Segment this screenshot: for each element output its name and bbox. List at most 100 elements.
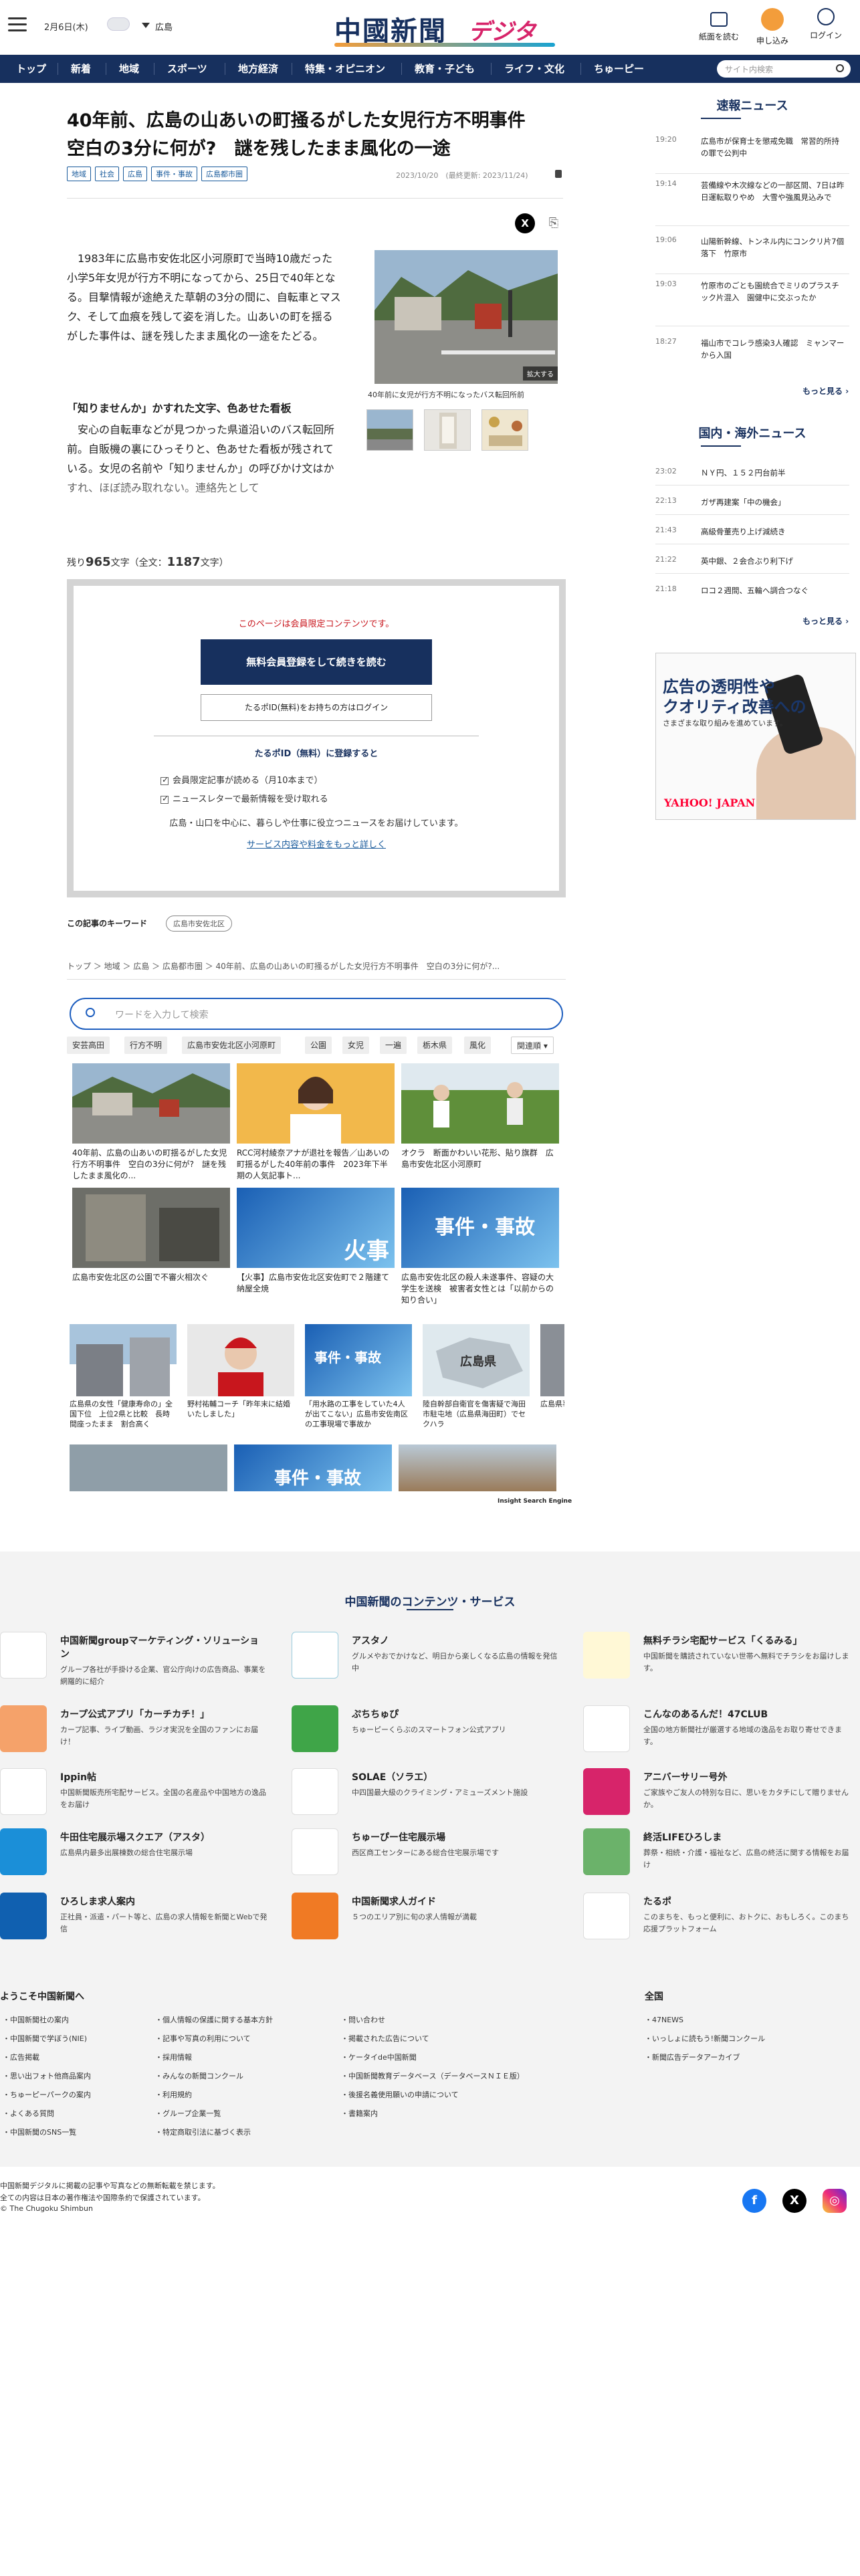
related-card[interactable]: 火事 【火事】広島市安佐北区安佐町で２階建て納屋全焼 bbox=[237, 1188, 395, 1307]
instagram-icon[interactable]: ◎ bbox=[823, 2189, 847, 2213]
footer-link[interactable]: ・特定商取引法に基づく表示 bbox=[155, 2127, 251, 2137]
news-item[interactable]: 19:20 広島市が保育士を懲戒免職 常習的所持の罪で公判中 bbox=[655, 135, 849, 174]
breadcrumb[interactable]: トップ ＞ 地域 ＞ 広島 ＞ 広島都市圏 ＞ 40年前、広島の山あいの町掻るが… bbox=[67, 960, 566, 972]
footer-link[interactable]: ・いっしょに読もう!新聞コンクール bbox=[645, 2033, 765, 2044]
service-item[interactable]: ひろしま求人案内 正社員・派遣・パート等と、広島の求人情報を新聞とWebで発信 bbox=[0, 1893, 267, 1953]
footer-link[interactable]: ・利用規約 bbox=[155, 2089, 192, 2100]
keyword-tag[interactable]: 広島市安佐北区 bbox=[166, 916, 232, 932]
carousel-card[interactable]: 広島県の女性「健康寿命の」全国下位 上位2県と比較 長時間座ったまま 割合高く bbox=[70, 1324, 177, 1429]
footer-link[interactable]: ・みんなの新聞コンクール bbox=[155, 2070, 243, 2081]
service-item[interactable]: ぷちちゅぴ ちゅーピーくらぶのスマートフォン公式アプリ bbox=[292, 1705, 559, 1765]
site-search-input[interactable]: サイト内検索 bbox=[717, 60, 851, 78]
news-item[interactable]: 23:02 ＮＹ円、１５２円台前半 bbox=[655, 467, 849, 486]
related-card[interactable]: オクラ 断面かわいい花形、貼り旗群 広島市安佐北区小河原町 bbox=[401, 1063, 559, 1182]
keyword-chip[interactable]: 女児 bbox=[342, 1037, 370, 1054]
sort-select[interactable]: 関連順 ▾ bbox=[511, 1037, 554, 1054]
subscribe-button[interactable]: 申し込み bbox=[749, 8, 796, 46]
carousel-card[interactable] bbox=[399, 1444, 556, 1491]
related-card[interactable]: RCC河村綾奈アナが退社を報告／山あいの町揺るがした40年前の事件 2023年下… bbox=[237, 1063, 395, 1182]
related-card[interactable]: 広島市安佐北区の公園で不審火相次ぐ bbox=[72, 1188, 230, 1307]
service-details-link[interactable]: サービス内容や料金をもっと詳しく bbox=[74, 837, 559, 850]
news-item[interactable]: 19:03 竹原市のごとも園統合でミリのプラスチック片混入 園健中に交ぶったか bbox=[655, 280, 849, 326]
nav-new[interactable]: 新着 bbox=[71, 55, 91, 83]
service-item[interactable]: 中国新聞求人ガイド ５つのエリア別に旬の求人情報が満載 bbox=[292, 1893, 559, 1953]
footer-link[interactable]: ・ケータイde中国新聞 bbox=[341, 2052, 417, 2062]
footer-link[interactable]: ・記事や写真の利用について bbox=[155, 2033, 251, 2044]
insight-search-input[interactable]: ワードを入力して検索 bbox=[70, 998, 563, 1030]
search-icon[interactable] bbox=[836, 64, 844, 72]
footer-link[interactable]: ・新聞広告データアーカイブ bbox=[645, 2052, 740, 2062]
service-item[interactable]: Ippin帖 中国新聞販売所宅配サービス。全国の名産品や中国地方の逸品をお届け bbox=[0, 1768, 267, 1828]
news-item[interactable]: 21:18 ロコ２週間、五輪へ調合つなぐ bbox=[655, 584, 849, 603]
service-item[interactable]: 無料チラシ宅配サービス「くるみる」 中国新聞を購読されていない世帯へ無料でチラシを… bbox=[583, 1632, 851, 1692]
link-copy-icon[interactable]: ⎘ bbox=[544, 214, 563, 233]
news-item[interactable]: 18:27 福山市でコレラ感染3人確認 ミャンマーから入国 bbox=[655, 337, 849, 376]
zoom-button[interactable]: 拡大する bbox=[523, 366, 558, 381]
footer-link[interactable]: ・採用情報 bbox=[155, 2052, 192, 2062]
nav-sports[interactable]: スポーツ bbox=[167, 55, 207, 83]
news-item[interactable]: 19:06 山陽新幹線、トンネル内にコンクリ片7個落下 竹原市 bbox=[655, 235, 849, 274]
service-item[interactable]: アスタノ グルメやおでかけなど、明日から楽しくなる広島の情報を発信中 bbox=[292, 1632, 559, 1692]
news-item[interactable]: 22:13 ガザ再建案「中の機会」 bbox=[655, 496, 849, 515]
carousel-card[interactable]: 事件・事故 bbox=[234, 1444, 392, 1491]
nav-region[interactable]: 地域 bbox=[119, 55, 139, 83]
nav-top[interactable]: トップ bbox=[16, 55, 46, 83]
footer-link[interactable]: ・ちゅーピーパークの案内 bbox=[3, 2089, 91, 2100]
more-national-link[interactable]: もっと見る › bbox=[802, 615, 849, 627]
footer-link[interactable]: ・後援名義使用願いの申請について bbox=[341, 2089, 459, 2100]
x-share-icon[interactable]: X bbox=[515, 213, 535, 233]
carousel-card[interactable]: 広島県 陸自幹部自衛官を傷害疑で海田市駐屯地（広島県海田町）でセクハラ bbox=[423, 1324, 530, 1429]
footer-link[interactable]: ・中国新聞のSNS一覧 bbox=[3, 2127, 76, 2137]
keyword-chip[interactable]: 栃木県 bbox=[417, 1037, 453, 1054]
tag[interactable]: 社会 bbox=[95, 167, 119, 181]
keyword-chip[interactable]: 一遍 bbox=[380, 1037, 407, 1054]
footer-link[interactable]: ・グループ企業一覧 bbox=[155, 2108, 221, 2119]
service-item[interactable]: アニバーサリー号外 ご家族やご友人の特別な日に、思いをカタチにして贈りませんか。 bbox=[583, 1768, 851, 1828]
carousel-card[interactable]: 広島県事態 bbox=[540, 1324, 564, 1409]
service-item[interactable]: SOLAE（ソラエ） 中四国最大級のクライミング・アミューズメント施設 bbox=[292, 1768, 559, 1828]
carousel-card[interactable]: 事件・事故 「用水路の工事をしていた4人が出てこない」広島市安佐南区の工事現場で… bbox=[305, 1324, 412, 1429]
photo-thumbnail[interactable] bbox=[481, 409, 528, 451]
paywall-login-button[interactable]: たるポID(無料)をお持ちの方はログイン bbox=[201, 694, 432, 721]
photo-thumbnail[interactable] bbox=[366, 409, 413, 451]
tag[interactable]: 地域 bbox=[67, 167, 91, 181]
read-paper-button[interactable]: 紙面を読む bbox=[695, 8, 742, 42]
related-card[interactable]: 40年前、広島の山あいの町揺るがした女児行方不明事件 空白の3分に何が? 謎を残… bbox=[72, 1063, 230, 1182]
footer-link[interactable]: ・中国新聞社の案内 bbox=[3, 2014, 69, 2025]
login-button[interactable]: ログイン bbox=[802, 8, 849, 41]
region-selector[interactable]: 広島 bbox=[155, 20, 173, 33]
service-item[interactable]: 牛田住宅展示場スクエア（アスタ） 広島県内最多出展棟数の総合住宅展示場 bbox=[0, 1828, 267, 1889]
service-item[interactable]: カープ公式アプリ「カーチカチ！」 カープ記事、ライブ動画、ラジオ実況を全国のファン… bbox=[0, 1705, 267, 1765]
site-logo[interactable]: 中國新聞 デジタル bbox=[334, 9, 555, 78]
more-breaking-link[interactable]: もっと見る › bbox=[802, 385, 849, 397]
footer-link[interactable]: ・広告掲載 bbox=[3, 2052, 39, 2062]
tag[interactable]: 広島都市圏 bbox=[201, 167, 247, 181]
facebook-icon[interactable]: f bbox=[742, 2189, 766, 2213]
footer-link[interactable]: ・書籍案内 bbox=[341, 2108, 378, 2119]
carousel-card[interactable]: 野村祐輔コーチ「昨年末に結婚いたしました」 bbox=[187, 1324, 294, 1419]
tag[interactable]: 広島 bbox=[123, 167, 147, 181]
service-item[interactable]: たるポ このまちを、もっと便利に、おトクに、おもしろく。このまち応援プラットフォー… bbox=[583, 1893, 851, 1953]
service-item[interactable]: ちゅーぴー住宅展示場 西区商工センターにある総合住宅展示場です bbox=[292, 1828, 559, 1889]
nav-opinion[interactable]: 特集・オピニオン bbox=[305, 55, 385, 83]
news-item[interactable]: 21:22 英中銀、２会合ぶり利下げ bbox=[655, 555, 849, 574]
nav-education[interactable]: 教育・子ども bbox=[415, 55, 475, 83]
footer-link[interactable]: ・中国新聞教育データベース（データベースＮＩＥ版） bbox=[341, 2070, 524, 2081]
footer-link[interactable]: ・47NEWS bbox=[645, 2014, 683, 2025]
menu-icon[interactable] bbox=[8, 17, 27, 32]
nav-chupy[interactable]: ちゅーピー bbox=[594, 55, 644, 83]
footer-link[interactable]: ・中国新聞で学ぼう(NIE) bbox=[3, 2033, 87, 2044]
footer-link[interactable]: ・よくある質問 bbox=[3, 2108, 54, 2119]
keyword-chip[interactable]: 風化 bbox=[464, 1037, 492, 1054]
service-item[interactable]: 中国新聞groupマーケティング・ソリューション グループ各社が手掛ける企業、官公… bbox=[0, 1632, 267, 1692]
service-item[interactable]: こんなのあるんだ！47CLUB 全国の地方新聞社が厳選する地域の逸品をお取り寄せで… bbox=[583, 1705, 851, 1765]
nav-life[interactable]: ライフ・文化 bbox=[504, 55, 564, 83]
footer-link[interactable]: ・問い合わせ bbox=[341, 2014, 385, 2025]
keyword-chip[interactable]: 広島市安佐北区小河原町 bbox=[182, 1037, 282, 1054]
keyword-chip[interactable]: 公園 bbox=[305, 1037, 332, 1054]
keyword-chip[interactable]: 安芸高田 bbox=[67, 1037, 110, 1054]
footer-link[interactable]: ・個人情報の保護に関する基本方針 bbox=[155, 2014, 273, 2025]
tag[interactable]: 事件・事故 bbox=[151, 167, 197, 181]
x-icon[interactable]: X bbox=[782, 2189, 807, 2213]
service-item[interactable]: 終活LIFEひろしま 葬祭・相続・介護・福祉など、広島の終活に関する情報をお届け bbox=[583, 1828, 851, 1889]
